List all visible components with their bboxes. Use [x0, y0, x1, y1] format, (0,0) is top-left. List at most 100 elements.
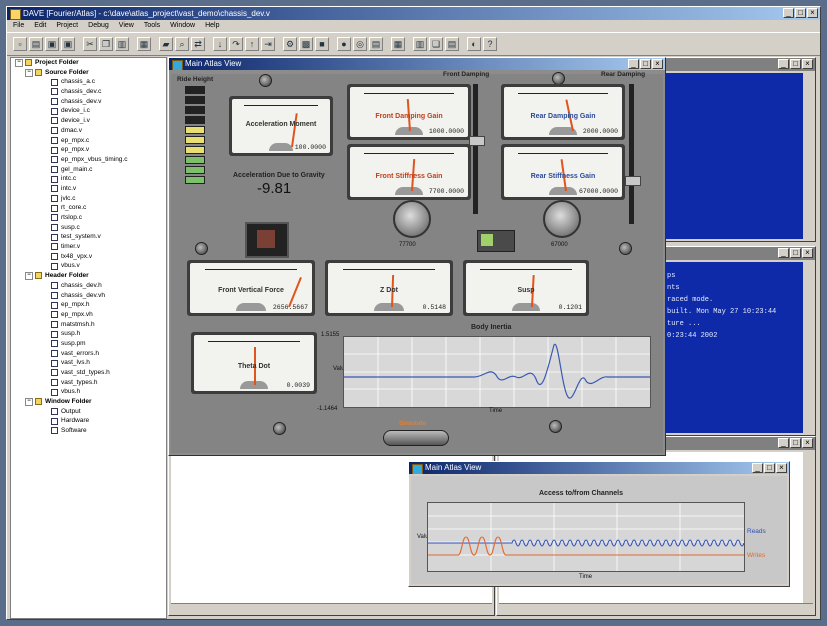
close-button[interactable]: ×	[807, 8, 818, 18]
tree-item[interactable]: chassis_dev.vh	[11, 291, 166, 301]
tree-item[interactable]: ep_mpx.h	[11, 300, 166, 310]
tree-item[interactable]: susp.pm	[11, 339, 166, 349]
tree-folder[interactable]: − Header Folder	[11, 271, 166, 281]
new-file-icon[interactable]: ▫	[13, 37, 27, 51]
run-to-cursor-icon[interactable]: ⇥	[261, 37, 275, 51]
knob-right[interactable]	[619, 242, 632, 255]
tree-item[interactable]: gel_main.c	[11, 165, 166, 175]
tree-item[interactable]: rtslop.c	[11, 213, 166, 223]
paste-icon[interactable]: ▥	[115, 37, 129, 51]
horizontal-scrollbar[interactable]	[171, 603, 492, 614]
tree-folder[interactable]: − Project Folder	[11, 58, 166, 68]
menu-help[interactable]: Help	[205, 20, 219, 32]
minimize-button[interactable]: _	[778, 248, 789, 258]
build-icon[interactable]: ▩	[299, 37, 313, 51]
minimize-button[interactable]: _	[752, 463, 763, 473]
memory-icon[interactable]: ▤	[369, 37, 383, 51]
open-folder-icon[interactable]: ▤	[29, 37, 43, 51]
rear-damping-slider[interactable]	[629, 84, 634, 224]
tree-item[interactable]: tx48_vpx.v	[11, 252, 166, 262]
tree-item[interactable]: vbus.h	[11, 387, 166, 397]
window-arrange-icon[interactable]: ▤	[445, 37, 459, 51]
window-cascade-icon[interactable]: ❏	[429, 37, 443, 51]
menu-project[interactable]: Project	[56, 20, 78, 32]
tree-item[interactable]: Output	[11, 407, 166, 417]
knob-top[interactable]	[259, 74, 272, 87]
tree-item[interactable]: chassis_dev.h	[11, 281, 166, 291]
front-stiffness-dial[interactable]	[393, 200, 431, 238]
tree-item[interactable]: dmac.v	[11, 126, 166, 136]
tree-item[interactable]: vast_std_types.h	[11, 368, 166, 378]
minimize-button[interactable]: _	[783, 8, 794, 18]
rear-stiffness-dial[interactable]	[543, 200, 581, 238]
tree-item[interactable]: chassis_a.c	[11, 77, 166, 87]
tree-item[interactable]: chassis_dev.c	[11, 87, 166, 97]
tree-item[interactable]: timer.v	[11, 242, 166, 252]
tree-item[interactable]: device_i.v	[11, 116, 166, 126]
editor-area[interactable]	[665, 73, 803, 239]
atlas-view-icon[interactable]: ◐	[467, 37, 481, 51]
maximize-button[interactable]: □	[790, 438, 801, 448]
maximize-button[interactable]: □	[790, 248, 801, 258]
minimize-button[interactable]: _	[778, 59, 789, 69]
tree-item[interactable]: Software	[11, 426, 166, 436]
tree-item[interactable]: ep_mpx.vh	[11, 310, 166, 320]
window-tile-icon[interactable]: ▥	[413, 37, 427, 51]
menu-debug[interactable]: Debug	[88, 20, 109, 32]
tree-item[interactable]: rt_core.c	[11, 203, 166, 213]
save-all-icon[interactable]: ▣	[61, 37, 75, 51]
menu-view[interactable]: View	[119, 20, 134, 32]
tree-item[interactable]: matstmsh.h	[11, 320, 166, 330]
menu-window[interactable]: Window	[170, 20, 195, 32]
tree-folder[interactable]: − Window Folder	[11, 397, 166, 407]
save-icon[interactable]: ▣	[45, 37, 59, 51]
tree-item[interactable]: ep_mpx.c	[11, 136, 166, 146]
tree-item[interactable]: test_system.v	[11, 232, 166, 242]
tree-item[interactable]: intc.c	[11, 174, 166, 184]
rear-damping-slider-thumb[interactable]	[625, 176, 641, 186]
tree-item[interactable]: susp.h	[11, 329, 166, 339]
step-over-icon[interactable]: ↷	[229, 37, 243, 51]
close-button[interactable]: ×	[802, 248, 813, 258]
menu-tools[interactable]: Tools	[144, 20, 160, 32]
help-icon[interactable]: ?	[483, 37, 497, 51]
tree-item[interactable]: ep_mpx_vbus_timing.c	[11, 155, 166, 165]
collapse-icon[interactable]: −	[15, 58, 23, 67]
tree-item[interactable]: vbus.v	[11, 261, 166, 271]
close-button[interactable]: ×	[802, 438, 813, 448]
find-icon[interactable]: ⌕	[175, 37, 189, 51]
front-damping-slider[interactable]	[473, 84, 478, 214]
cut-icon[interactable]: ✂	[83, 37, 97, 51]
horizontal-scrollbar[interactable]	[499, 603, 813, 614]
collapse-icon[interactable]: −	[25, 271, 33, 280]
knob-bottom-left[interactable]	[273, 422, 286, 435]
collapse-icon[interactable]: −	[25, 68, 33, 77]
close-button[interactable]: ×	[802, 59, 813, 69]
registers-icon[interactable]: ▦	[391, 37, 405, 51]
tree-item[interactable]: chassis_dev.v	[11, 97, 166, 107]
maximize-button[interactable]: □	[640, 59, 651, 69]
close-button[interactable]: ×	[776, 463, 787, 473]
project-icon[interactable]: ▦	[137, 37, 151, 51]
tree-item[interactable]: ep_mpx.v	[11, 145, 166, 155]
collapse-icon[interactable]: −	[25, 397, 33, 406]
tree-folder[interactable]: − Source Folder	[11, 68, 166, 78]
knob-bottom-right[interactable]	[549, 420, 562, 433]
replace-icon[interactable]: ⇄	[191, 37, 205, 51]
tree-item[interactable]: device_i.c	[11, 106, 166, 116]
copy-icon[interactable]: ❐	[99, 37, 113, 51]
maximize-button[interactable]: □	[764, 463, 775, 473]
simulate-button[interactable]	[383, 430, 449, 446]
watch-icon[interactable]: ◎	[353, 37, 367, 51]
step-out-icon[interactable]: ↑	[245, 37, 259, 51]
stop-icon[interactable]: ■	[315, 37, 329, 51]
console-output[interactable]: ps nts raced mode. built. Mon May 27 10:23:…	[665, 262, 803, 433]
print-icon[interactable]: ▰	[159, 37, 173, 51]
maximize-button[interactable]: □	[795, 8, 806, 18]
minimize-button[interactable]: _	[628, 59, 639, 69]
compile-icon[interactable]: ⚙	[283, 37, 297, 51]
step-into-icon[interactable]: ↓	[213, 37, 227, 51]
tree-item[interactable]: vast_types.h	[11, 378, 166, 388]
menu-file[interactable]: File	[13, 20, 24, 32]
simulation-toggle[interactable]	[477, 230, 515, 252]
